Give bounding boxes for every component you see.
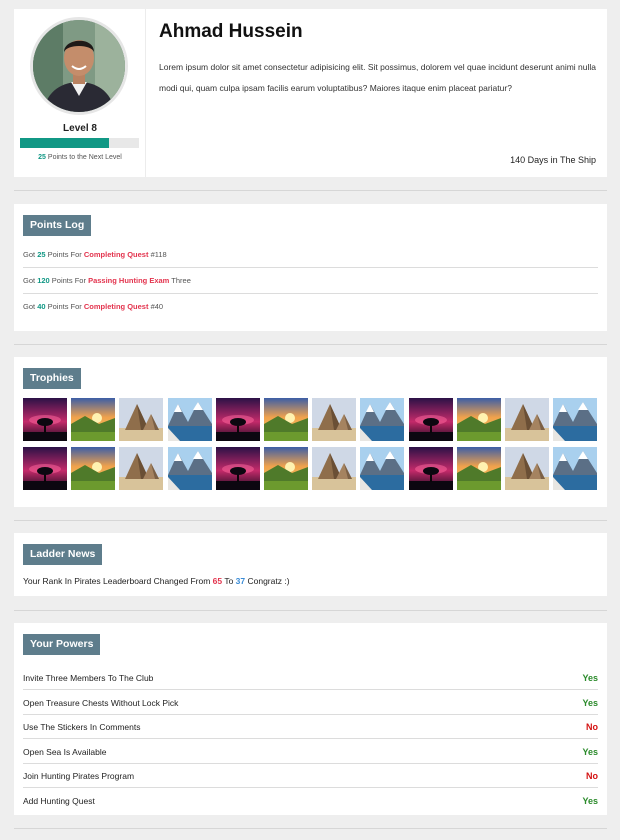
power-label: Open Treasure Chests Without Lock Pick [23, 697, 179, 708]
divider [14, 344, 607, 345]
power-item: Use The Stickers In Comments No [23, 715, 598, 739]
points-to-next-level: 25 Points to the Next Level [14, 154, 146, 161]
trophy-pyramids-image[interactable] [312, 447, 357, 490]
log-mid: Points For [45, 302, 84, 311]
trophy-mountain-lake-image[interactable] [360, 447, 405, 490]
points-to-next-text: Points to the Next Level [45, 154, 122, 161]
ladder-news-card: Ladder News Your Rank In Pirates Leaderb… [14, 533, 607, 596]
level-label: Level 8 [63, 123, 97, 134]
power-label: Open Sea Is Available [23, 746, 107, 757]
log-suffix: Three [169, 276, 191, 285]
level-progress-fill [20, 138, 110, 148]
rank-from: 65 [212, 576, 223, 586]
profile-details: Ahmad Hussein Lorem ipsum dolor sit amet… [146, 9, 607, 177]
points-log-entry: Got 120 Points For Passing Hunting Exam … [23, 268, 598, 294]
ladder-text-after: Congratz :) [245, 576, 290, 586]
trophy-pyramids-image[interactable] [119, 398, 164, 441]
powers-card: Your Powers Invite Three Members To The … [14, 623, 607, 815]
power-item: Open Treasure Chests Without Lock Pick Ye… [23, 691, 598, 715]
power-label: Use The Stickers In Comments [23, 722, 141, 732]
log-points: 25 [37, 250, 46, 259]
ladder-text-before: Your Rank In Pirates Leaderboard Changed… [23, 576, 213, 586]
level-progress-bar [20, 138, 139, 148]
trophy-pyramids-image[interactable] [505, 398, 549, 441]
points-to-next-value: 25 [38, 154, 46, 161]
trophy-sunset-field-image[interactable] [456, 398, 501, 441]
divider [14, 190, 607, 191]
section-title-ladder-news: Ladder News [23, 544, 103, 565]
log-points: 40 [37, 302, 46, 311]
divider [14, 828, 607, 829]
log-mid: Points For [45, 250, 84, 259]
trophy-sunset-field-image[interactable] [71, 398, 116, 441]
power-status: Yes [582, 673, 598, 683]
divider [14, 610, 607, 611]
log-prefix: Got [23, 276, 38, 285]
power-label: Add Hunting Quest [23, 795, 95, 806]
power-item: Add Hunting Quest Yes [23, 789, 598, 813]
power-item: Join Hunting Pirates Program No [23, 764, 598, 788]
trophy-mountain-lake-image[interactable] [167, 447, 212, 490]
trophy-sunset-field-image[interactable] [264, 398, 308, 441]
profile-card: Level 8 25 Points to the Next Level Ahma… [14, 9, 607, 177]
trophy-sunset-field-image[interactable] [264, 447, 308, 490]
trophy-mountain-lake-image[interactable] [360, 398, 405, 441]
log-prefix: Got [23, 250, 38, 259]
power-status: Yes [582, 795, 598, 806]
section-title-points-log: Points Log [23, 215, 92, 236]
trophy-aurora-tree-image[interactable] [215, 398, 260, 441]
power-status: Yes [582, 697, 598, 708]
log-prefix: Got [23, 302, 38, 311]
ladder-news-text: Your Rank In Pirates Leaderboard Changed… [23, 576, 290, 586]
section-title-trophies: Trophies [23, 368, 81, 389]
trophy-sunset-field-image[interactable] [71, 447, 116, 490]
power-item: Open Sea Is Available Yes [23, 740, 598, 764]
power-status: No [586, 771, 598, 781]
trophy-aurora-tree-image[interactable] [408, 447, 453, 490]
power-item: Invite Three Members To The Club Yes [23, 666, 598, 690]
trophy-mountain-lake-image[interactable] [553, 447, 598, 490]
trophies-card: Trophies [14, 357, 607, 507]
trophy-mountain-lake-image[interactable] [553, 398, 598, 441]
log-action[interactable]: Passing Hunting Exam [88, 276, 169, 285]
power-label: Join Hunting Pirates Program [23, 771, 135, 781]
power-label: Invite Three Members To The Club [23, 673, 154, 683]
trophy-pyramids-image[interactable] [119, 447, 164, 490]
points-log-entry: Got 25 Points For Completing Quest #118 [23, 242, 598, 268]
trophy-sunset-field-image[interactable] [456, 447, 501, 490]
ship-days: 140 Days in The Ship [510, 155, 596, 165]
ladder-text-mid: To [222, 576, 236, 586]
log-points: 120 [37, 276, 50, 285]
points-log-card: Points Log Got 25 Points For Completing … [14, 204, 607, 331]
trophy-aurora-tree-image[interactable] [215, 447, 260, 490]
trophy-aurora-tree-image[interactable] [23, 398, 67, 441]
user-bio: Lorem ipsum dolor sit amet consectetur a… [159, 62, 597, 93]
log-action[interactable]: Completing Quest [84, 250, 149, 259]
avatar[interactable] [30, 17, 128, 115]
user-name: Ahmad Hussein [159, 21, 303, 42]
power-status: Yes [582, 746, 598, 757]
power-status: No [586, 722, 598, 732]
log-action[interactable]: Completing Quest [84, 302, 149, 311]
trophy-aurora-tree-image[interactable] [408, 398, 453, 441]
log-suffix: #40 [148, 302, 164, 311]
points-log-entry: Got 40 Points For Completing Quest #40 [23, 294, 598, 320]
trophy-aurora-tree-image[interactable] [23, 447, 67, 490]
rank-to: 37 [235, 576, 246, 586]
section-title-your-powers: Your Powers [23, 634, 101, 655]
trophy-pyramids-image[interactable] [312, 398, 357, 441]
trophy-pyramids-image[interactable] [505, 447, 549, 490]
profile-summary: Level 8 25 Points to the Next Level [14, 9, 146, 177]
log-mid: Points For [49, 276, 89, 285]
divider [14, 520, 607, 521]
log-suffix: #118 [148, 250, 167, 259]
trophy-mountain-lake-image[interactable] [167, 398, 212, 441]
